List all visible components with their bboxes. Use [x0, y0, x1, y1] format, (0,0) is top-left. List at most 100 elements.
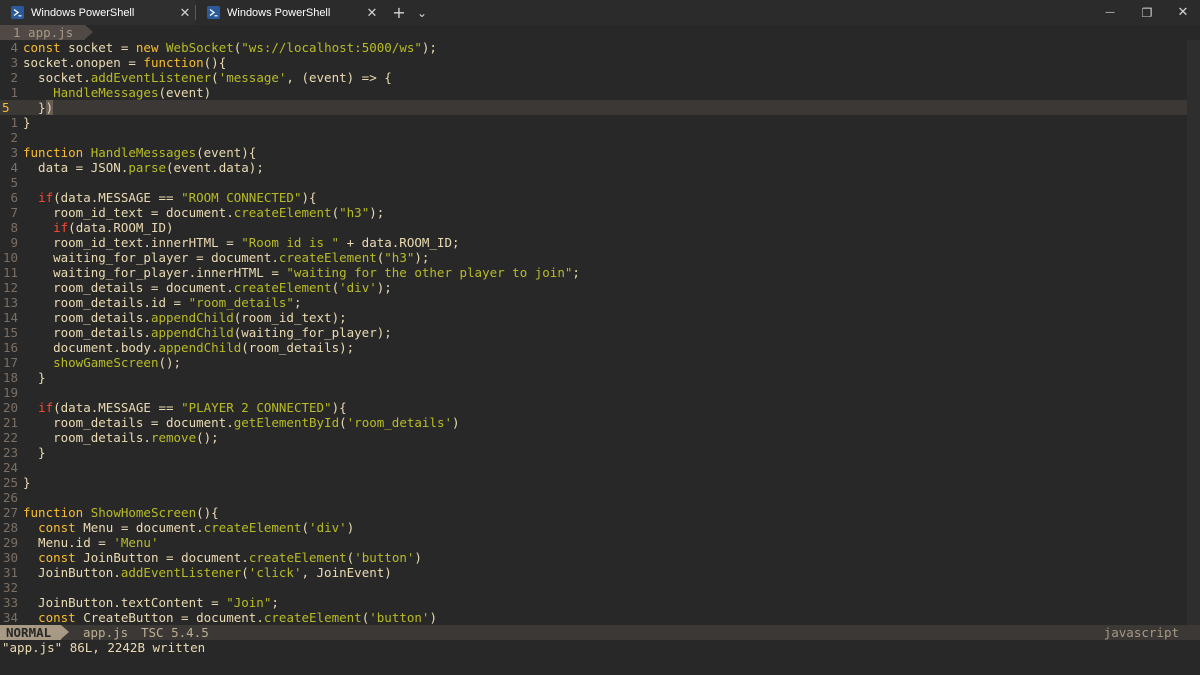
code-line[interactable]: 20 if(data.MESSAGE == "PLAYER 2 CONNECTE… — [0, 400, 1187, 415]
line-code: function HandleMessages(event){ — [23, 145, 257, 160]
bufferline: 1 app.js — [0, 25, 1200, 40]
minimize-button[interactable]: — — [1095, 0, 1125, 25]
line-code: room_id_text = document.createElement("h… — [23, 205, 385, 220]
code-line[interactable]: 4 const socket = new WebSocket("ws://loca… — [0, 40, 1187, 55]
command-line[interactable]: "app.js" 86L, 2242B written — [0, 640, 1200, 675]
scrollbar[interactable] — [1187, 40, 1200, 625]
code-line[interactable]: 21 room_details = document.getElementByI… — [0, 415, 1187, 430]
close-window-button[interactable]: ✕ — [1168, 0, 1198, 25]
code-line[interactable]: 8 if(data.ROOM_ID) — [0, 220, 1187, 235]
code-line[interactable]: 2 socket.addEventListener('message', (ev… — [0, 70, 1187, 85]
code-line[interactable]: 13 room_details.id = "room_details"; — [0, 295, 1187, 310]
line-number: 25 — [2, 475, 18, 490]
line-number: 21 — [2, 415, 18, 430]
line-number: 32 — [2, 580, 18, 595]
line-code: room_details.appendChild(waiting_for_pla… — [23, 325, 392, 340]
code-line[interactable]: 23 } — [0, 445, 1187, 460]
code-line[interactable]: 12 room_details = document.createElement… — [0, 280, 1187, 295]
line-number: 2 — [10, 70, 18, 85]
code-line[interactable]: 7 room_id_text = document.createElement(… — [0, 205, 1187, 220]
line-number: 7 — [10, 205, 18, 220]
code-line[interactable]: 33 JoinButton.textContent = "Join"; — [0, 595, 1187, 610]
line-number: 5 — [10, 175, 18, 190]
code-line[interactable]: 4 data = JSON.parse(event.data); — [0, 160, 1187, 175]
line-number: 4 — [10, 40, 18, 55]
line-number: 23 — [2, 445, 18, 460]
code-line[interactable]: 25} — [0, 475, 1187, 490]
code-line[interactable]: 14 room_details.appendChild(room_id_text… — [0, 310, 1187, 325]
code-line[interactable]: 17 showGameScreen(); — [0, 355, 1187, 370]
code-line[interactable]: 5 — [0, 175, 1187, 190]
code-line[interactable]: 19 — [0, 385, 1187, 400]
powershell-icon — [11, 6, 24, 19]
line-number: 33 — [2, 595, 18, 610]
tab-dropdown-button[interactable]: ⌄ — [412, 0, 432, 25]
code-line[interactable]: 30 const JoinButton = document.createEle… — [0, 550, 1187, 565]
line-number: 3 — [10, 145, 18, 160]
tab-powershell-2[interactable]: Windows PowerShell ✕ — [196, 0, 382, 25]
line-code: } — [23, 475, 31, 490]
code-line[interactable]: 1} — [0, 115, 1187, 130]
code-line[interactable]: 10 waiting_for_player = document.createE… — [0, 250, 1187, 265]
line-code: } — [23, 370, 46, 385]
editor-area[interactable]: 1 app.js 4 const socket = new WebSocket("… — [0, 25, 1200, 625]
code-line[interactable]: 29 Menu.id = 'Menu' — [0, 535, 1187, 550]
code-line[interactable]: 28 const Menu = document.createElement('… — [0, 520, 1187, 535]
line-number: 30 — [2, 550, 18, 565]
line-code: showGameScreen(); — [53, 355, 182, 370]
buffer-tab-app-js[interactable]: 1 app.js — [0, 25, 94, 40]
line-code: waiting_for_player = document.createElem… — [23, 250, 430, 265]
code-line[interactable]: 32 — [0, 580, 1187, 595]
line-number: 15 — [2, 325, 18, 340]
code-line[interactable]: 3 function HandleMessages(event){ — [0, 145, 1187, 160]
line-number: 6 — [10, 190, 18, 205]
line-number: 27 — [2, 505, 18, 520]
code-line[interactable]: 18 } — [0, 370, 1187, 385]
close-tab-icon[interactable]: ✕ — [362, 5, 382, 21]
line-number: 8 — [10, 220, 18, 235]
code-line[interactable]: 34 const CreateButton = document.createE… — [0, 610, 1187, 625]
code-line[interactable]: 1 HandleMessages(event) — [0, 85, 1187, 100]
line-number: 1 — [10, 115, 18, 130]
new-tab-button[interactable]: + — [388, 0, 410, 25]
line-code: const CreateButton = document.createElem… — [38, 610, 437, 625]
line-code: socket.onopen = function(){ — [23, 55, 227, 70]
line-number: 13 — [2, 295, 18, 310]
code-line[interactable]: 22 room_details.remove(); — [0, 430, 1187, 445]
powershell-icon — [207, 6, 220, 19]
line-code: } — [23, 115, 31, 130]
code-line[interactable]: 27 function ShowHomeScreen(){ — [0, 505, 1187, 520]
code-line[interactable]: 26 — [0, 490, 1187, 505]
line-code: JoinButton.addEventListener('click', Joi… — [23, 565, 392, 580]
line-code: waiting_for_player.innerHTML = "waiting … — [23, 265, 580, 280]
code-line[interactable]: 6 if(data.MESSAGE == "ROOM CONNECTED"){ — [0, 190, 1187, 205]
code-line[interactable]: 9 room_id_text.innerHTML = "Room id is "… — [0, 235, 1187, 250]
code-line[interactable]: 11 waiting_for_player.innerHTML = "waiti… — [0, 265, 1187, 280]
code-line[interactable]: 3 socket.onopen = function(){ — [0, 55, 1187, 70]
line-code: function ShowHomeScreen(){ — [23, 505, 219, 520]
line-number: 14 — [2, 310, 18, 325]
line-code: Menu.id = 'Menu' — [23, 535, 159, 550]
tab-powershell-1[interactable]: Windows PowerShell ✕ — [0, 0, 195, 25]
code-line[interactable]: 31 JoinButton.addEventListener('click', … — [0, 565, 1187, 580]
mode-indicator: NORMAL — [0, 625, 70, 640]
close-tab-icon[interactable]: ✕ — [175, 5, 195, 21]
maximize-button[interactable]: ❐ — [1132, 0, 1162, 25]
line-code: room_details.remove(); — [23, 430, 219, 445]
code-line[interactable]: 24 — [0, 460, 1187, 475]
status-filetype: javascript — [1103, 625, 1179, 640]
line-code: document.body.appendChild(room_details); — [53, 340, 355, 355]
line-number: 29 — [2, 535, 18, 550]
line-code: const JoinButton = document.createElemen… — [38, 550, 422, 565]
line-code: const socket = new WebSocket("ws://local… — [23, 40, 437, 55]
code-line[interactable]: 5 }) — [0, 100, 1187, 115]
code-line[interactable]: 16 document.body.appendChild(room_detail… — [0, 340, 1187, 355]
line-number: 11 — [2, 265, 18, 280]
tab-label: Windows PowerShell — [31, 6, 135, 19]
code-line[interactable]: 15 room_details.appendChild(waiting_for_… — [0, 325, 1187, 340]
line-number: 4 — [10, 160, 18, 175]
line-code: if(data.MESSAGE == "ROOM CONNECTED"){ — [38, 190, 317, 205]
code-line[interactable]: 2 — [0, 130, 1187, 145]
line-number: 17 — [2, 355, 18, 370]
status-line: NORMAL app.js TSC 5.4.5 javascript — [0, 625, 1200, 640]
